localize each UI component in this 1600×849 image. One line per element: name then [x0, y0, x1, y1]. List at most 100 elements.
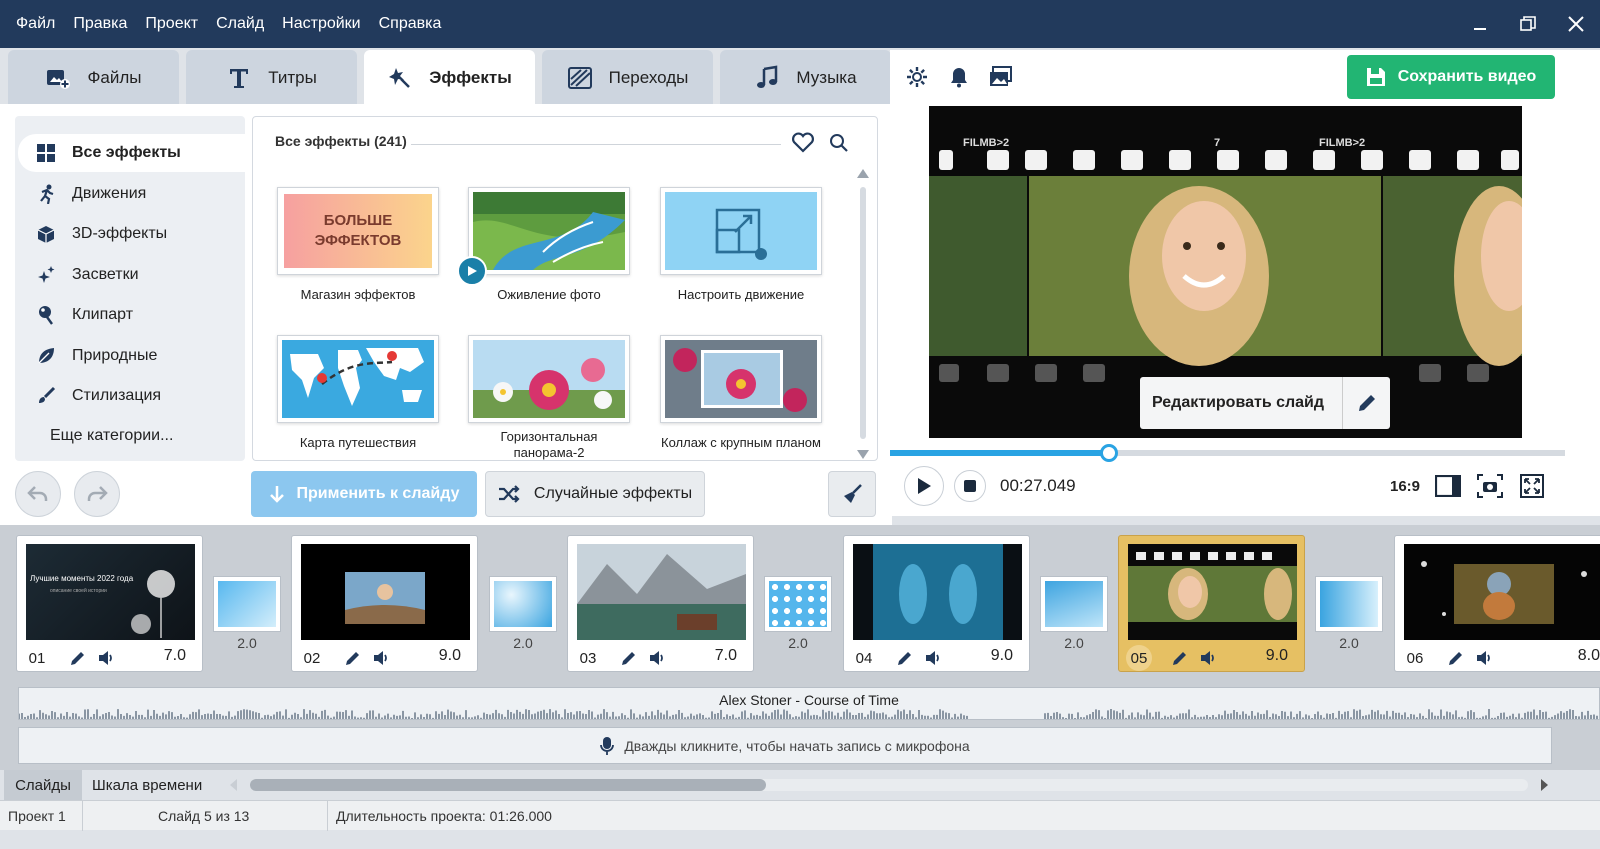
favorites-heart-icon[interactable]: [791, 131, 815, 157]
volume-icon[interactable]: [924, 649, 942, 667]
menu-help[interactable]: Справка: [379, 15, 442, 33]
scroll-left-icon[interactable]: [228, 778, 238, 796]
search-icon[interactable]: [829, 133, 849, 157]
slide-thumbnail-selected[interactable]: 05 9.0: [1118, 535, 1305, 672]
video-preview[interactable]: FILMB>2 7 FILMB>2 Редактировать слайд: [929, 106, 1522, 438]
category-all-effects[interactable]: Все эффекты: [18, 134, 258, 172]
category-3d[interactable]: 3D-эффекты: [18, 215, 258, 253]
edit-pencil-icon[interactable]: [344, 649, 362, 667]
aspect-ratio-label[interactable]: 16:9: [1390, 478, 1420, 495]
audio-track[interactable]: Alex Stoner - Course of Time: [18, 687, 1600, 720]
transition-duration[interactable]: 2.0: [1315, 635, 1383, 651]
slide-duration[interactable]: 7.0: [715, 647, 737, 665]
sparkle-icon: [36, 265, 56, 285]
transition-thumbnail[interactable]: [213, 576, 281, 632]
effect-card-store[interactable]: БОЛЬШЕ ЭФФЕКТОВ Магазин эффектов: [277, 187, 439, 303]
edit-pencil-icon[interactable]: [620, 649, 638, 667]
transition-thumbnail[interactable]: [1040, 576, 1108, 632]
slide-duration[interactable]: 7.0: [164, 647, 186, 665]
random-effects-button[interactable]: Случайные эффекты: [485, 471, 705, 517]
transition-duration[interactable]: 2.0: [489, 635, 557, 651]
tab-transitions[interactable]: Переходы: [542, 50, 713, 106]
category-lights[interactable]: Засветки: [18, 256, 258, 294]
category-motion[interactable]: Движения: [18, 175, 258, 213]
edit-pencil-icon[interactable]: [896, 649, 914, 667]
settings-gear-icon[interactable]: [904, 64, 930, 90]
category-clipart[interactable]: Клипарт: [18, 296, 258, 334]
restore-icon[interactable]: [1504, 0, 1552, 48]
volume-icon[interactable]: [1475, 649, 1493, 667]
volume-icon[interactable]: [97, 649, 115, 667]
menu-bar: Файл Правка Проект Слайд Настройки Справ…: [0, 15, 441, 33]
frame-mode-icon[interactable]: [1434, 472, 1462, 500]
effect-card-photo-animation[interactable]: Оживление фото: [457, 187, 630, 303]
tab-timeline-scale[interactable]: Шкала времени: [84, 770, 210, 800]
effect-card-custom-motion[interactable]: Настроить движение: [660, 187, 822, 303]
menu-project[interactable]: Проект: [145, 15, 198, 33]
transition-duration[interactable]: 2.0: [1040, 635, 1108, 651]
save-video-button[interactable]: Сохранить видео: [1347, 55, 1555, 99]
menu-slide[interactable]: Слайд: [216, 15, 264, 33]
transition-thumbnail[interactable]: [764, 576, 832, 632]
slide-duration[interactable]: 8.0: [1578, 647, 1600, 665]
slide-thumbnail[interactable]: 04 9.0: [843, 535, 1030, 672]
stop-button[interactable]: [954, 470, 986, 502]
menu-edit[interactable]: Правка: [73, 15, 127, 33]
broom-icon: [844, 484, 862, 503]
volume-icon[interactable]: [1199, 649, 1217, 667]
edit-pencil-icon[interactable]: [1171, 649, 1189, 667]
slide-duration[interactable]: 9.0: [439, 647, 461, 665]
transition-duration[interactable]: 2.0: [764, 635, 832, 651]
slide-thumbnail[interactable]: Лучшие моменты 2022 года описание своей …: [16, 535, 203, 672]
progress-knob[interactable]: [1100, 444, 1119, 462]
volume-icon[interactable]: [648, 649, 666, 667]
transition-thumbnail[interactable]: [489, 576, 557, 632]
snapshot-camera-icon[interactable]: [1476, 472, 1504, 500]
timeline-scrollbar[interactable]: [250, 779, 1528, 791]
effect-card-collage-closeup[interactable]: Коллаж с крупным планом: [660, 335, 822, 451]
slide-thumbnail[interactable]: 06 8.0: [1394, 535, 1600, 672]
brush-icon: [36, 386, 56, 406]
slide-thumbnail[interactable]: 03 7.0: [567, 535, 754, 672]
effect-card-travel-map[interactable]: Карта путешествия: [277, 335, 439, 451]
playback-progress-bar[interactable]: [890, 444, 1565, 462]
undo-button[interactable]: [15, 471, 61, 517]
slide-number: 03: [575, 645, 601, 671]
tab-slides[interactable]: Слайды: [4, 770, 82, 800]
arrow-down-icon: [269, 486, 284, 503]
category-stylization[interactable]: Стилизация: [18, 377, 258, 415]
pin-icon: [36, 305, 56, 325]
tab-titles[interactable]: Титры: [186, 50, 357, 106]
gallery-scrollbar[interactable]: [857, 169, 869, 459]
menu-settings[interactable]: Настройки: [282, 15, 360, 33]
volume-icon[interactable]: [372, 649, 390, 667]
category-nature[interactable]: Природные: [18, 337, 258, 375]
apply-to-slide-button[interactable]: Применить к слайду: [251, 471, 477, 517]
fullscreen-icon[interactable]: [1518, 472, 1546, 500]
edit-pencil-icon[interactable]: [69, 649, 87, 667]
transition-duration[interactable]: 2.0: [213, 635, 281, 651]
scrollbar-thumb[interactable]: [250, 779, 766, 791]
text-t-icon: [230, 69, 249, 88]
tab-effects[interactable]: Эффекты: [364, 50, 535, 106]
edit-pencil-icon[interactable]: [1447, 649, 1465, 667]
minimize-icon[interactable]: [1456, 0, 1504, 48]
close-icon[interactable]: [1552, 0, 1600, 48]
slide-duration[interactable]: 9.0: [991, 647, 1013, 665]
clear-effects-button[interactable]: [828, 471, 876, 517]
scroll-right-icon[interactable]: [1540, 778, 1550, 796]
category-more[interactable]: Еще категории...: [18, 417, 258, 455]
tab-music[interactable]: Музыка: [720, 50, 891, 106]
effect-card-horizontal-panorama[interactable]: Горизонтальная панорама-2: [468, 335, 630, 461]
menu-file[interactable]: Файл: [16, 15, 55, 33]
edit-slide-button[interactable]: Редактировать слайд: [1140, 377, 1390, 429]
transition-thumbnail[interactable]: [1315, 576, 1383, 632]
tab-files[interactable]: Файлы: [8, 50, 179, 106]
notification-bell-icon[interactable]: [946, 64, 972, 90]
redo-button[interactable]: [74, 471, 120, 517]
slide-thumbnail[interactable]: 02 9.0: [291, 535, 478, 672]
play-button[interactable]: [904, 466, 944, 506]
microphone-record-area[interactable]: Дважды кликните, чтобы начать запись с м…: [18, 727, 1552, 764]
slide-duration[interactable]: 9.0: [1266, 647, 1288, 665]
gallery-images-icon[interactable]: [988, 64, 1014, 90]
